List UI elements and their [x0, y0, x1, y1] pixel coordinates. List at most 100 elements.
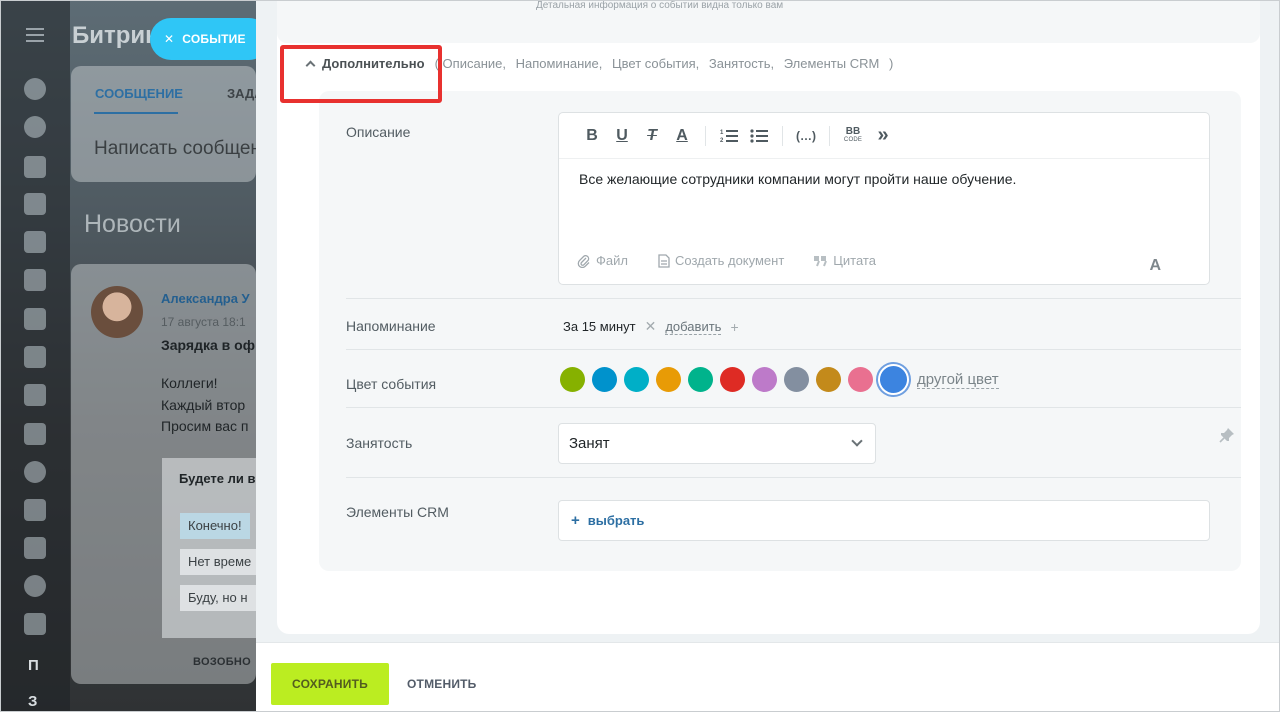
feed-icon[interactable] [24, 78, 46, 100]
poll-option[interactable]: Конечно! [180, 513, 250, 539]
description-editor[interactable]: B U T A 12 (…) BB CODE » Все желающие со… [558, 112, 1210, 285]
close-event-slider-button[interactable]: ✕ событие [150, 18, 270, 60]
color-swatch-selected[interactable] [880, 366, 907, 393]
bbcode-sub-label: CODE [843, 136, 863, 143]
color-swatch[interactable] [688, 367, 713, 392]
numbered-list-icon[interactable]: 12 [714, 121, 744, 151]
cart-icon[interactable] [24, 499, 46, 521]
reminder-value: За 15 минут [563, 319, 636, 334]
advanced-summary-item[interactable]: Цвет события, [612, 56, 699, 71]
document-icon [658, 253, 670, 268]
chevron-down-icon [851, 435, 863, 447]
color-swatches: другой цвет [560, 366, 999, 393]
mail-icon[interactable] [24, 308, 46, 330]
row-divider [346, 349, 1241, 350]
poll-option[interactable]: Нет време [180, 549, 260, 575]
row-divider [346, 298, 1241, 299]
left-menu-letter-z[interactable]: З [28, 693, 37, 710]
code-icon[interactable]: (…) [791, 121, 821, 151]
other-color-link[interactable]: другой цвет [917, 371, 999, 389]
editor-actions: Файл Создать документ Цитата [577, 253, 876, 268]
format-panel-toggle[interactable]: A [1149, 257, 1161, 275]
pin-icon[interactable] [1219, 427, 1235, 443]
event-pill-label: событие [182, 32, 246, 46]
color-swatch[interactable] [656, 367, 681, 392]
color-swatch[interactable] [624, 367, 649, 392]
save-button[interactable]: Сохранить [271, 663, 389, 705]
crm-select-box[interactable]: + выбрать [558, 500, 1210, 541]
more-tools-icon[interactable]: » [868, 121, 898, 151]
attach-file-label: Файл [596, 253, 628, 268]
target-icon[interactable] [24, 461, 46, 483]
robot-icon[interactable] [24, 575, 46, 597]
close-icon: ✕ [164, 32, 175, 46]
tasks-icon[interactable] [24, 384, 46, 406]
post-form-card [71, 66, 256, 182]
crm-label: Элементы CRM [346, 504, 449, 520]
poll-resume-button[interactable]: ВОЗОБНО [193, 656, 251, 668]
color-swatch[interactable] [592, 367, 617, 392]
post-text-line: Просим вас п [161, 418, 249, 434]
tab-message[interactable]: СООБЩЕНИЕ [95, 86, 183, 101]
hamburger-icon[interactable] [26, 28, 44, 42]
color-swatch[interactable] [848, 367, 873, 392]
funnel-icon[interactable] [24, 423, 46, 445]
underline-icon[interactable]: U [607, 121, 637, 151]
drive-icon[interactable] [24, 269, 46, 291]
color-swatch[interactable] [816, 367, 841, 392]
poll-question: Будете ли в [179, 471, 256, 486]
poll-option[interactable]: Буду, но н [180, 585, 256, 611]
quote-button[interactable]: Цитата [814, 253, 876, 268]
post-author[interactable]: Александра У [161, 291, 250, 306]
advanced-section-header: Дополнительно ( Описание, Напоминание, Ц… [305, 56, 894, 71]
create-document-button[interactable]: Создать документ [658, 253, 784, 268]
quote-icon [814, 255, 828, 266]
post-date: 17 августа 18:1 [161, 315, 246, 329]
advanced-toggle[interactable]: Дополнительно [305, 56, 425, 71]
documents-icon[interactable] [24, 231, 46, 253]
avatar[interactable] [91, 286, 143, 338]
advanced-summary-item[interactable]: Элементы CRM [784, 56, 880, 71]
bulleted-list-icon[interactable] [744, 121, 774, 151]
cancel-button[interactable]: Отменить [407, 677, 477, 691]
write-message-placeholder[interactable]: Написать сообщение [94, 138, 282, 160]
color-swatch[interactable] [752, 367, 777, 392]
toolbar-divider [705, 125, 706, 146]
crm-select-link[interactable]: выбрать [588, 513, 645, 528]
left-menu-letter-p[interactable]: П [28, 657, 39, 674]
advanced-panel: Описание B U T A 12 (…) BB CODE » Все же… [319, 91, 1241, 571]
bbcode-icon[interactable]: BB CODE [838, 121, 868, 151]
post-text-line: Коллеги! [161, 375, 218, 391]
event-edit-slider: Детальная информация о событии видна тол… [256, 0, 1280, 712]
advanced-summary-item[interactable]: Занятость, [709, 56, 774, 71]
editor-toolbar: B U T A 12 (…) BB CODE » [559, 113, 1209, 159]
busy-select[interactable]: Занят [558, 423, 876, 464]
bold-icon[interactable]: B [577, 121, 607, 151]
plus-icon: + [571, 512, 580, 529]
text-color-icon[interactable]: A [667, 121, 697, 151]
color-swatch[interactable] [560, 367, 585, 392]
quote-label: Цитата [833, 253, 876, 268]
advanced-summary: ( Описание, Напоминание, Цвет события, З… [435, 56, 894, 71]
clear-format-icon[interactable]: T [637, 121, 667, 151]
color-swatch[interactable] [720, 367, 745, 392]
chat-icon[interactable] [24, 156, 46, 178]
attach-file-button[interactable]: Файл [577, 253, 628, 268]
advanced-summary-item[interactable]: Напоминание, [516, 56, 603, 71]
advanced-summary-item[interactable]: Описание, [443, 56, 506, 71]
add-reminder-link[interactable]: добавить [665, 319, 722, 335]
paperclip-icon [577, 254, 590, 268]
privacy-section: Детальная информация о событии видна тол… [277, 0, 1260, 43]
remove-reminder-icon[interactable]: ✕ [645, 318, 657, 335]
toolbar-divider [782, 125, 783, 146]
plus-icon[interactable]: + [730, 319, 738, 335]
description-text[interactable]: Все желающие сотрудники компании могут п… [579, 171, 1016, 187]
contact-card-icon[interactable] [24, 537, 46, 559]
post-title: Зарядка в оф [161, 337, 255, 353]
box-icon[interactable] [24, 613, 46, 635]
color-swatch[interactable] [784, 367, 809, 392]
privacy-hint: Детальная информация о событии видна тол… [536, 0, 784, 11]
news-icon[interactable] [24, 116, 46, 138]
calendar-icon[interactable] [24, 193, 46, 215]
groups-icon[interactable] [24, 346, 46, 368]
